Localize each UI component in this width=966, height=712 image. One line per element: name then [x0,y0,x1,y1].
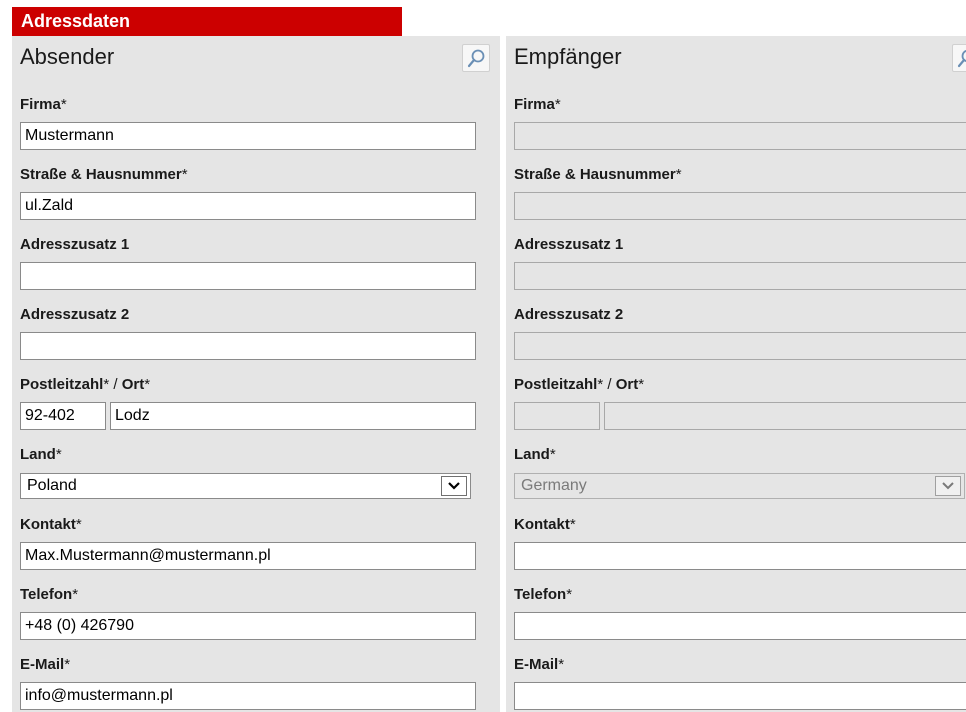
recipient-ort-input[interactable] [604,402,966,430]
magnifier-icon [957,49,966,68]
sender-firma-label: Firma* [20,96,67,113]
section-header: Adressdaten [12,7,402,36]
sender-title: Absender [20,44,115,69]
recipient-addr2-input[interactable] [514,332,966,360]
recipient-title: Empfänger [514,44,622,69]
sender-lookup-button[interactable] [462,44,490,72]
sender-addr2-label: Adresszusatz 2 [20,306,130,323]
recipient-email-input[interactable] [514,682,966,710]
recipient-land-label: Land* [514,446,556,463]
recipient-firma-input[interactable] [514,122,966,150]
recipient-addr1-label: Adresszusatz 1 [514,236,624,253]
sender-phone-label: Telefon* [20,586,79,603]
sender-addr1-label: Adresszusatz 1 [20,236,130,253]
recipient-street-input[interactable] [514,192,966,220]
magnifier-icon [467,49,485,68]
sender-land-label: Land* [20,446,62,463]
sender-land-select[interactable]: Poland [20,473,471,499]
recipient-addr1-input[interactable] [514,262,966,290]
recipient-firma-label: Firma* [514,96,561,113]
recipient-contact-label: Kontakt* [514,516,576,533]
sender-phone-input[interactable] [20,612,476,640]
recipient-addr2-label: Adresszusatz 2 [514,306,624,323]
sender-street-label: Straße & Hausnummer* [20,166,188,183]
recipient-plz-ort-label: Postleitzahl* / Ort* [514,376,645,393]
recipient-email-label: E-Mail* [514,656,565,673]
sender-addr2-input[interactable] [20,332,476,360]
sender-addr1-input[interactable] [20,262,476,290]
sender-land-value: Poland [27,477,77,494]
sender-contact-label: Kontakt* [20,516,82,533]
recipient-land-value: Germany [521,477,587,494]
chevron-down-icon[interactable] [935,476,961,496]
recipient-phone-input[interactable] [514,612,966,640]
sender-plz-input[interactable] [20,402,106,430]
sender-ort-input[interactable] [110,402,476,430]
sender-firma-input[interactable] [20,122,476,150]
recipient-land-select[interactable]: Germany [514,473,965,499]
recipient-street-label: Straße & Hausnummer* [514,166,682,183]
recipient-contact-input[interactable] [514,542,966,570]
sender-panel: Absender Firma* Straße & Hausnummer* Adr… [12,36,500,712]
recipient-panel: Empfänger Firma* Straße & Hausnummer* Ad… [506,36,966,712]
sender-contact-input[interactable] [20,542,476,570]
recipient-plz-input[interactable] [514,402,600,430]
chevron-down-icon[interactable] [441,476,467,496]
sender-plz-ort-label: Postleitzahl* / Ort* [20,376,151,393]
sender-street-input[interactable] [20,192,476,220]
sender-email-input[interactable] [20,682,476,710]
recipient-phone-label: Telefon* [514,586,573,603]
sender-email-label: E-Mail* [20,656,71,673]
recipient-lookup-button[interactable] [952,44,966,72]
